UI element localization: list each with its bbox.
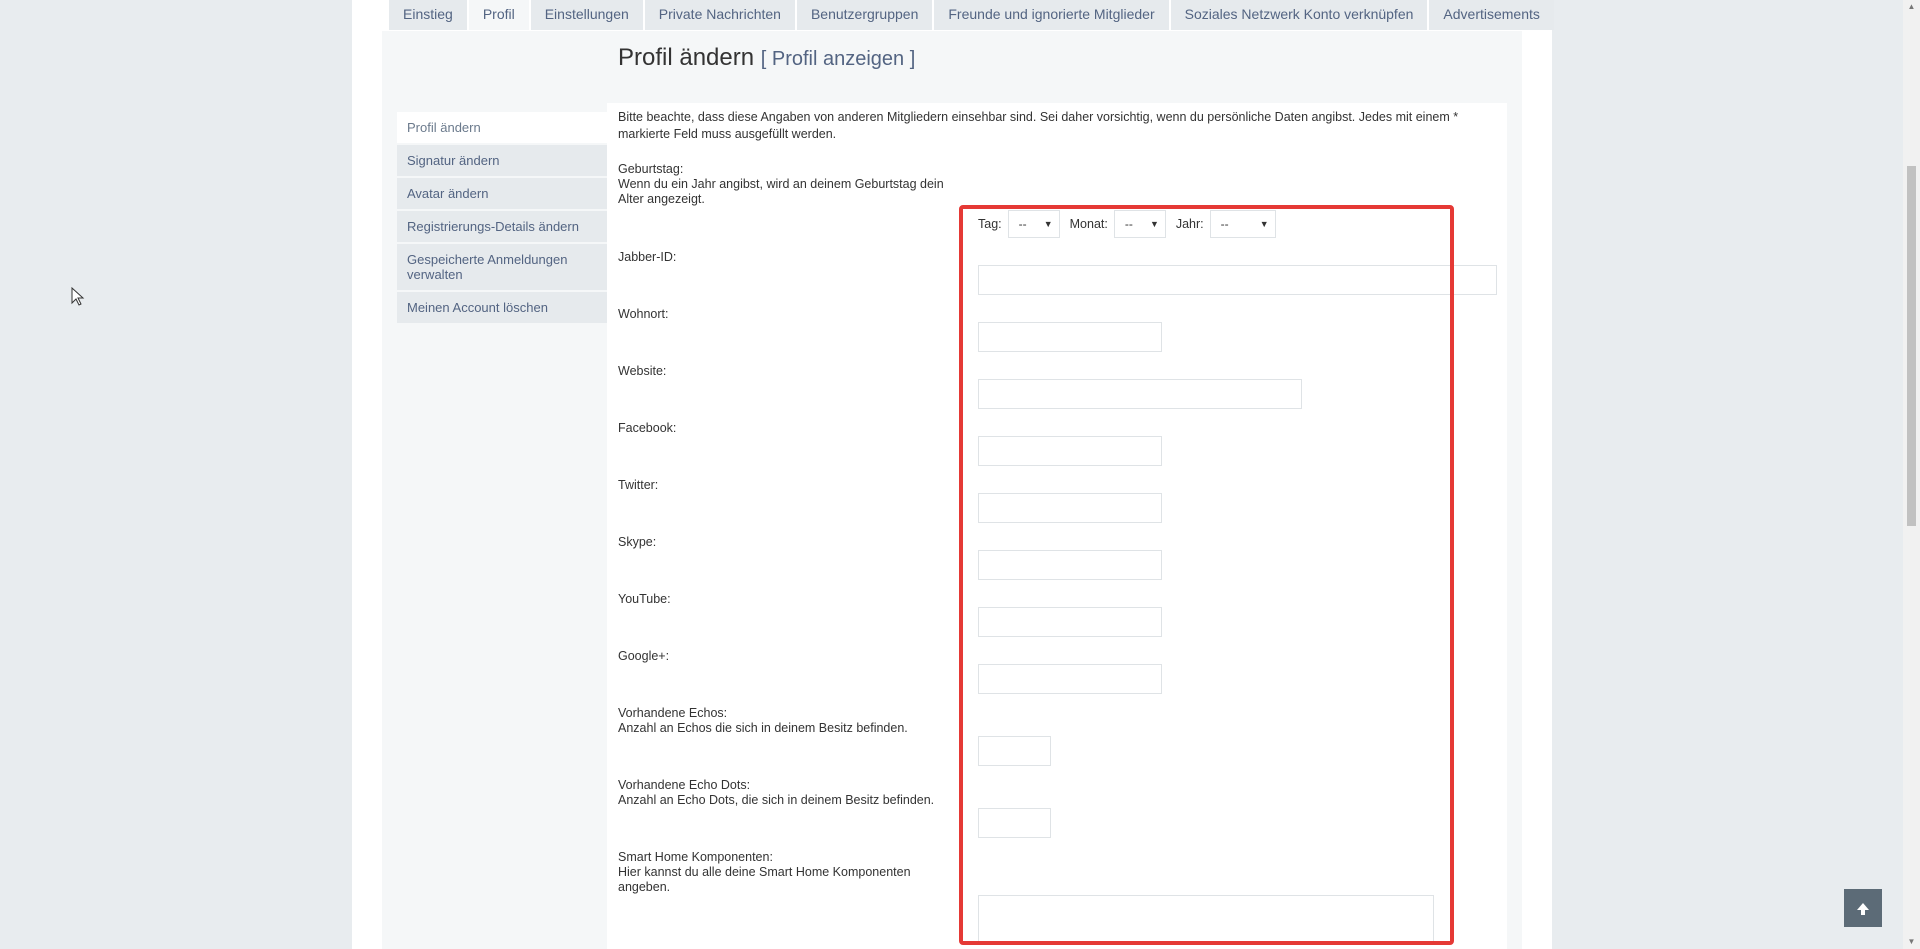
echo-dots-label: Vorhandene Echo Dots: [618, 778, 751, 792]
privacy-note: Bitte beachte, dass diese Angaben von an… [618, 110, 1459, 141]
smarthome-label-block: Smart Home Komponenten: Hier kannst du a… [618, 850, 938, 895]
title-main: Profil ändern [618, 44, 755, 71]
tab-benutzergruppen[interactable]: Benutzergruppen [796, 0, 933, 30]
birthday-label: Geburtstag: [618, 162, 684, 176]
echos-label-block: Vorhandene Echos: Anzahl an Echos die si… [618, 706, 958, 736]
scroll-up-icon[interactable]: ▲ [1903, 0, 1920, 14]
smarthome-explain: Hier kannst du alle deine Smart Home Kom… [618, 865, 911, 894]
googleplus-label: Google+: [618, 649, 670, 663]
youtube-label: YouTube: [618, 592, 671, 606]
tab-profil[interactable]: Profil [468, 0, 529, 30]
jabber-label: Jabber-ID: [618, 250, 677, 264]
skype-label: Skype: [618, 535, 657, 549]
sidenav-item-signatur[interactable]: Signatur ändern [397, 145, 607, 176]
tab-einstieg[interactable]: Einstieg [389, 0, 467, 30]
arrow-up-icon [1857, 903, 1869, 916]
twitter-label: Twitter: [618, 478, 659, 492]
page-title: Profil ändern [ Profil anzeigen ] [618, 44, 915, 72]
view-profile-link[interactable]: Profil anzeigen [772, 48, 904, 70]
smarthome-label: Smart Home Komponenten: [618, 850, 773, 864]
website-label: Website: [618, 364, 667, 378]
sidenav-item-anmeldungen[interactable]: Gespeicherte Anmeldungen verwalten [397, 244, 607, 290]
mouse-pointer-icon [71, 287, 85, 306]
birthday-label-block: Geburtstag: Wenn du ein Jahr angibst, wi… [618, 162, 958, 207]
echo-dots-explain: Anzahl an Echo Dots, die sich in deinem … [618, 793, 935, 807]
sidenav-item-profil-aendern[interactable]: Profil ändern [397, 112, 607, 143]
tab-soziales-netzwerk[interactable]: Soziales Netzwerk Konto verknüpfen [1170, 0, 1428, 30]
scroll-down-icon[interactable]: ▼ [1903, 935, 1920, 949]
sidenav-item-avatar[interactable]: Avatar ändern [397, 178, 607, 209]
wohnort-label: Wohnort: [618, 307, 669, 321]
tab-einstellungen[interactable]: Einstellungen [530, 0, 643, 30]
echos-label: Vorhandene Echos: [618, 706, 728, 720]
bracket-close: ] [909, 48, 916, 70]
tab-private-nachrichten[interactable]: Private Nachrichten [644, 0, 795, 30]
profile-tabs: Einstieg Profil Einstellungen Private Na… [389, 0, 1554, 31]
tab-freunde[interactable]: Freunde und ignorierte Mitglieder [934, 0, 1169, 30]
tab-advertisements[interactable]: Advertisements [1429, 0, 1554, 30]
bracket-open: [ [760, 48, 767, 70]
scrollbar-thumb[interactable] [1907, 166, 1916, 526]
facebook-label: Facebook: [618, 421, 677, 435]
echos-explain: Anzahl an Echos die sich in deinem Besit… [618, 721, 908, 735]
birthday-explain: Wenn du ein Jahr angibst, wird an deinem… [618, 177, 944, 206]
page-scrollbar[interactable]: ▲ ▼ [1903, 0, 1920, 949]
back-to-top-button[interactable] [1844, 889, 1882, 927]
sidenav-item-registrierung[interactable]: Registrierungs-Details ändern [397, 211, 607, 242]
echo-dots-label-block: Vorhandene Echo Dots: Anzahl an Echo Dot… [618, 778, 958, 808]
sidenav-item-account-loeschen[interactable]: Meinen Account löschen [397, 292, 607, 323]
highlight-box [959, 205, 1454, 945]
side-navigation: Profil ändern Signatur ändern Avatar änd… [397, 112, 607, 325]
